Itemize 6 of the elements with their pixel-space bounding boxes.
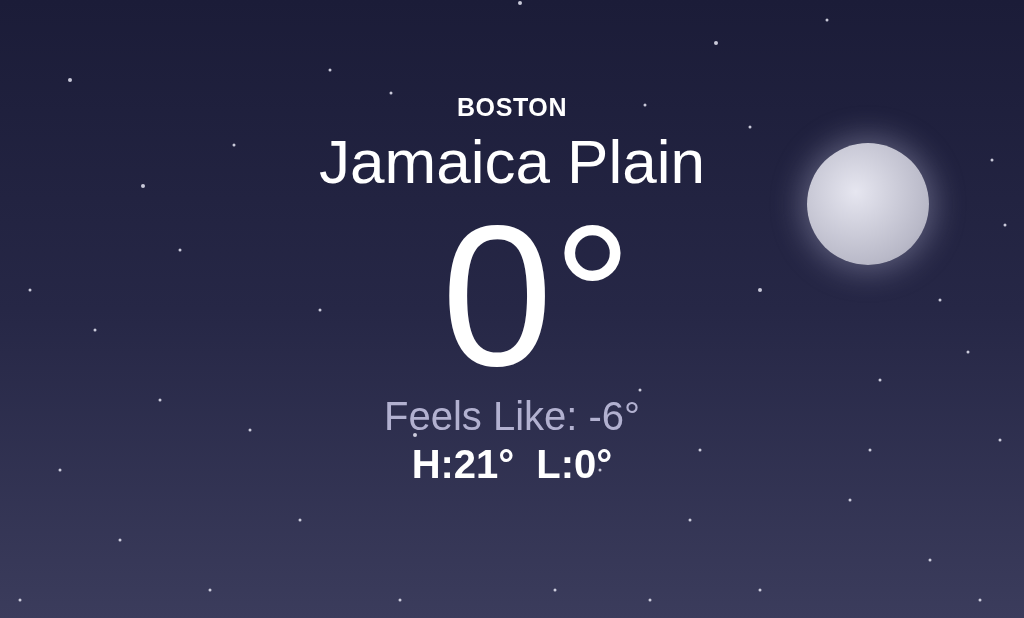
high-temperature: H:21°	[411, 441, 515, 488]
city-label: BOSTON	[456, 92, 568, 122]
temperature-reading: 0°	[441, 196, 633, 396]
feels-like-text: Feels Like: -6°	[383, 393, 641, 440]
location-name: Jamaica Plain	[319, 126, 705, 198]
low-temperature: L:0°	[536, 441, 613, 488]
